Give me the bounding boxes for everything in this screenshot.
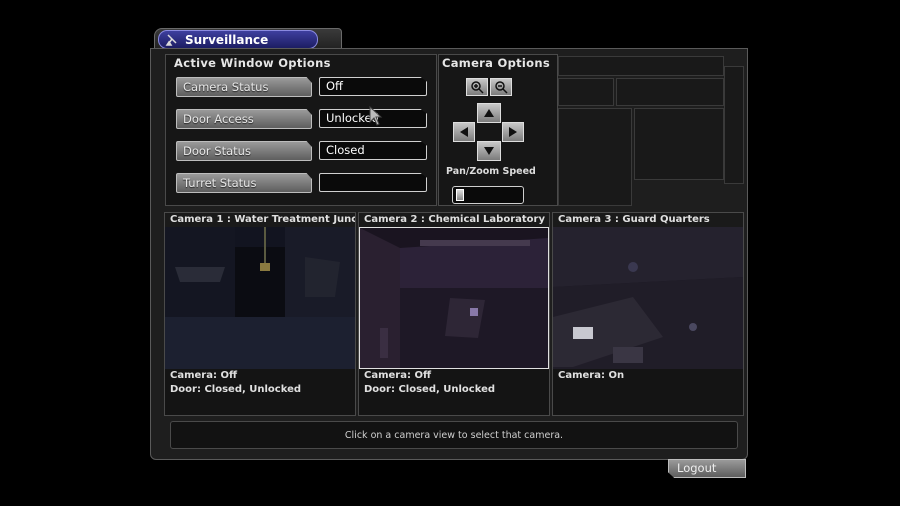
door-status-button[interactable]: Door Status bbox=[176, 141, 312, 161]
camera-3-view[interactable] bbox=[553, 227, 743, 369]
camera-2-door-status: Door: Closed, Unlocked bbox=[364, 384, 496, 395]
camera-2-title: Camera 2 : Chemical Laboratory bbox=[359, 213, 549, 227]
logout-button[interactable]: Logout bbox=[668, 459, 746, 478]
arrow-left-icon bbox=[460, 127, 468, 137]
window-title: Surveillance bbox=[185, 32, 269, 47]
camera-2-view[interactable] bbox=[359, 227, 549, 369]
arrow-down-icon bbox=[484, 147, 494, 155]
pan-zoom-speed-label: Pan/Zoom Speed bbox=[446, 166, 536, 177]
camera-status-button[interactable]: Camera Status bbox=[176, 77, 312, 97]
camera-2-camera-status: Camera: Off bbox=[364, 370, 432, 381]
active-window-options-header: Active Window Options bbox=[174, 56, 331, 70]
decorative-panel bbox=[616, 78, 724, 106]
camera-status-value: Off bbox=[319, 77, 427, 96]
pan-left-button[interactable] bbox=[453, 122, 475, 142]
door-status-value: Closed bbox=[319, 141, 427, 160]
mouse-cursor-icon bbox=[369, 106, 383, 126]
window-title-bar: Surveillance bbox=[158, 30, 318, 49]
zoom-out-icon bbox=[495, 81, 508, 94]
camera-2-card[interactable]: Camera 2 : Chemical Laboratory Camera: O… bbox=[358, 212, 550, 416]
slider-thumb[interactable] bbox=[456, 189, 464, 201]
decorative-panel bbox=[724, 66, 744, 184]
zoom-out-button[interactable] bbox=[490, 78, 512, 96]
pan-zoom-speed-slider[interactable] bbox=[452, 186, 524, 204]
pan-down-button[interactable] bbox=[477, 141, 501, 161]
arrow-right-icon bbox=[509, 127, 517, 137]
status-message: Click on a camera view to select that ca… bbox=[344, 429, 564, 441]
decorative-panel bbox=[634, 108, 724, 180]
camera-3-title: Camera 3 : Guard Quarters bbox=[553, 213, 743, 227]
camera-1-title: Camera 1 : Water Treatment Junctio bbox=[165, 213, 355, 227]
camera-3-camera-status: Camera: On bbox=[558, 370, 625, 381]
camera-2-feed bbox=[360, 228, 548, 368]
decorative-panel bbox=[558, 108, 632, 206]
turret-status-button[interactable]: Turret Status bbox=[176, 173, 312, 193]
arrow-up-icon bbox=[484, 109, 494, 117]
camera-1-card[interactable]: Camera 1 : Water Treatment Junctio Camer… bbox=[164, 212, 356, 416]
camera-1-view[interactable] bbox=[165, 227, 355, 369]
camera-1-door-status: Door: Closed, Unlocked bbox=[170, 384, 302, 395]
status-bar: Click on a camera view to select that ca… bbox=[170, 421, 738, 449]
door-access-button[interactable]: Door Access bbox=[176, 109, 312, 129]
satellite-dish-icon bbox=[165, 33, 177, 46]
camera-3-card[interactable]: Camera 3 : Guard Quarters Camera: On bbox=[552, 212, 744, 416]
zoom-in-icon bbox=[471, 81, 484, 94]
zoom-in-button[interactable] bbox=[466, 78, 488, 96]
camera-1-camera-status: Camera: Off bbox=[170, 370, 238, 381]
camera-options-header: Camera Options bbox=[442, 56, 550, 70]
camera-1-feed bbox=[165, 227, 355, 369]
pan-right-button[interactable] bbox=[502, 122, 524, 142]
pan-up-button[interactable] bbox=[477, 103, 501, 123]
decorative-panel bbox=[558, 56, 724, 76]
decorative-panel bbox=[558, 78, 614, 106]
turret-status-value bbox=[319, 173, 427, 192]
camera-3-feed bbox=[553, 227, 743, 369]
